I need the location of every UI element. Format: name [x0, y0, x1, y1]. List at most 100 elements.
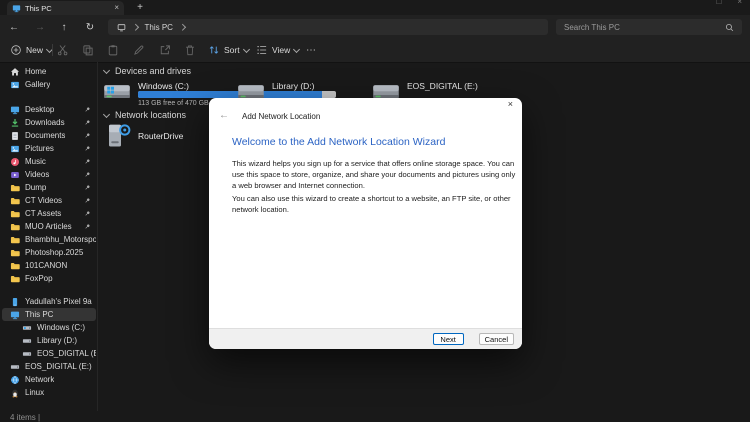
sidebar-item-music[interactable]: Music [2, 155, 96, 168]
pin-icon [84, 197, 91, 204]
sidebar-item-photoshop-2025[interactable]: Photoshop.2025 [2, 246, 96, 259]
sort-button[interactable]: Sort [208, 39, 249, 61]
sidebar-item-101canon[interactable]: 101CANON [2, 259, 96, 272]
refresh-icon[interactable]: ↻ [82, 15, 98, 39]
sidebar-item-foxpop[interactable]: FoxPop [2, 272, 96, 285]
sidebar-item-documents[interactable]: Documents [2, 129, 96, 142]
cut-icon [57, 44, 69, 56]
cancel-button[interactable]: Cancel [479, 333, 514, 345]
sidebar-item-desktop[interactable]: Desktop [2, 103, 96, 116]
sidebar-item-this-pc[interactable]: This PC [2, 308, 96, 321]
dialog-back-icon[interactable]: ← [219, 111, 229, 121]
sort-arrows-icon [208, 44, 220, 56]
tab-close-icon[interactable]: × [114, 4, 119, 12]
pin-icon [84, 145, 91, 152]
rename-button[interactable] [133, 39, 145, 61]
back-icon[interactable]: ← [6, 15, 22, 39]
sidebar-item-linux[interactable]: Linux [2, 386, 96, 399]
folder-icon [10, 248, 20, 258]
folder-icon [10, 274, 20, 284]
drive-name[interactable]: Library (D:) [272, 81, 315, 91]
sidebar-item-downloads[interactable]: Downloads [2, 116, 96, 129]
folder-icon [10, 261, 20, 271]
window-close-icon[interactable]: × [737, 0, 742, 6]
router-drive-icon[interactable] [103, 122, 133, 150]
capacity-fill [138, 91, 322, 98]
drive-name[interactable]: EOS_DIGITAL (E:) [407, 81, 478, 91]
music-icon [10, 157, 20, 167]
tab-title: This PC [25, 4, 110, 13]
sidebar-item-pixel-9a[interactable]: Yadullah's Pixel 9a [2, 295, 96, 308]
sidebar-item-gallery[interactable]: Gallery [2, 78, 96, 91]
pin-icon [84, 158, 91, 165]
this-pc-icon [10, 310, 20, 320]
new-tab-button[interactable]: + [133, 1, 147, 14]
drive-windows-icon [22, 323, 32, 333]
devices-and-drives-header[interactable]: Devices and drives [104, 66, 191, 76]
navigation-pane: Home Gallery Desktop Downloads Documents… [0, 62, 97, 410]
sidebar-item-eos-digital-e-2[interactable]: EOS_DIGITAL (E:) [2, 360, 96, 373]
gallery-icon [10, 80, 20, 90]
up-icon[interactable]: ↑ [56, 15, 72, 39]
chevron-down-icon [293, 45, 300, 52]
forward-icon[interactable]: → [32, 15, 48, 39]
pin-icon [84, 184, 91, 191]
sidebar-item-windows-c[interactable]: Windows (C:) [2, 321, 96, 334]
sidebar-item-pictures[interactable]: Pictures [2, 142, 96, 155]
phone-icon [10, 297, 20, 307]
this-pc-icon [12, 4, 21, 13]
command-toolbar: New Sort View ⋯ [0, 39, 750, 63]
search-icon [725, 23, 734, 32]
tab-this-pc[interactable]: This PC × [7, 1, 124, 15]
folder-icon [10, 183, 20, 193]
next-button[interactable]: Next [433, 333, 464, 345]
pin-icon [84, 132, 91, 139]
rename-icon [133, 44, 145, 56]
cut-button[interactable] [57, 39, 69, 61]
wizard-paragraph: You can also use this wizard to create a… [232, 193, 516, 215]
sidebar-item-bhambhu-motorsport[interactable]: Bhambhu_Motorsport [2, 233, 96, 246]
new-button[interactable]: New [10, 39, 52, 61]
view-list-icon [256, 44, 268, 56]
sidebar-item-ct-videos[interactable]: CT Videos [2, 194, 96, 207]
pane-divider [97, 62, 98, 422]
share-icon [159, 44, 171, 56]
folder-icon [10, 222, 20, 232]
chevron-right-icon [179, 24, 185, 30]
sidebar-item-network[interactable]: Network [2, 373, 96, 386]
sidebar-item-muo-articles[interactable]: MUO Articles [2, 220, 96, 233]
view-button[interactable]: View [256, 39, 299, 61]
drive-free-space: 113 GB free of 470 GB [138, 100, 209, 107]
dialog-close-icon[interactable]: × [508, 100, 513, 109]
pin-icon [84, 106, 91, 113]
folder-icon [10, 235, 20, 245]
sidebar-item-dump[interactable]: Dump [2, 181, 96, 194]
paste-button[interactable] [107, 39, 119, 61]
add-network-location-dialog: × ← Add Network Location Welcome to the … [209, 98, 522, 349]
address-bar[interactable]: This PC [108, 19, 548, 35]
windows-drive-icon[interactable] [102, 80, 132, 104]
search-input[interactable] [564, 23, 721, 32]
copy-button[interactable] [82, 39, 94, 61]
more-options-button[interactable]: ⋯ [306, 39, 317, 61]
folder-icon [10, 196, 20, 206]
network-location-name[interactable]: RouterDrive [138, 131, 183, 141]
sidebar-item-videos[interactable]: Videos [2, 168, 96, 181]
download-icon [10, 118, 20, 128]
sidebar-item-home[interactable]: Home [2, 65, 96, 78]
sidebar-item-library-d[interactable]: Library (D:) [2, 334, 96, 347]
share-button[interactable] [159, 39, 171, 61]
network-locations-header[interactable]: Network locations [104, 110, 186, 120]
maximize-icon[interactable]: □ [716, 0, 721, 6]
delete-button[interactable] [184, 39, 196, 61]
sidebar-item-ct-assets[interactable]: CT Assets [2, 207, 96, 220]
items-count: 4 items | [10, 413, 40, 422]
breadcrumb-location[interactable]: This PC [145, 23, 173, 32]
search-box [556, 19, 742, 35]
chevron-down-icon [103, 66, 110, 73]
drive-name[interactable]: Windows (C:) [138, 81, 189, 91]
navigation-bar: ← → ↑ ↻ This PC [0, 15, 750, 39]
sidebar-item-eos-digital-e[interactable]: EOS_DIGITAL (E:) [2, 347, 96, 360]
window-controls: □ × [716, 0, 742, 6]
chevron-right-icon [132, 24, 138, 30]
